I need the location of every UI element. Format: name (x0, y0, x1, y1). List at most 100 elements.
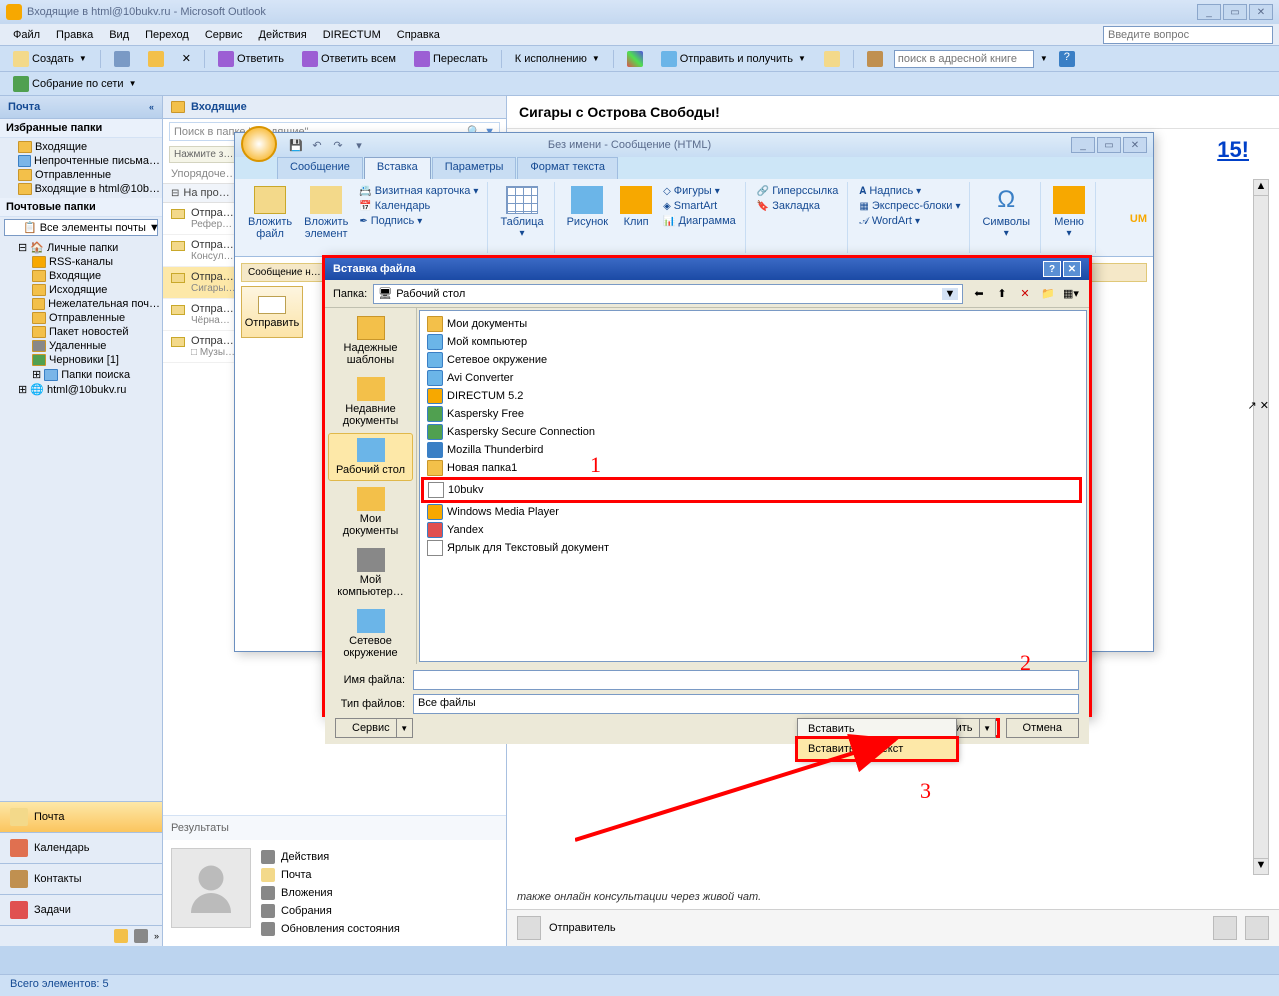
nav-contacts[interactable]: Контакты (0, 863, 162, 894)
file-item[interactable]: Windows Media Player (424, 503, 1082, 521)
back-icon[interactable]: ⬅ (969, 284, 989, 304)
file-list[interactable]: Мои документы Мой компьютер Сетевое окру… (419, 310, 1087, 662)
people-pane-icon[interactable] (1213, 916, 1237, 940)
newfolder-icon[interactable]: 📁 (1038, 284, 1058, 304)
forward-button[interactable]: Переслать (407, 48, 495, 70)
directum-menu[interactable]: Меню ▾ (1049, 184, 1089, 241)
dialog-help[interactable]: ? (1043, 261, 1061, 277)
account-node[interactable]: ⊞ 🌐 html@10bukv.ru (0, 382, 162, 397)
place-network[interactable]: Сетевое окружение (328, 604, 413, 664)
file-item[interactable]: Ярлык для Текстовый документ (424, 539, 1082, 557)
delete-icon[interactable]: ✕ (1015, 284, 1035, 304)
detail-status[interactable]: Обновления состояния (261, 920, 498, 938)
nav-calendar[interactable]: Календарь (0, 832, 162, 863)
maximize-button[interactable]: ▭ (1223, 4, 1247, 20)
dialog-close[interactable]: ✕ (1063, 261, 1081, 277)
addressbook-button[interactable] (860, 48, 890, 70)
online-meeting-button[interactable]: Собрание по сети▼ (6, 73, 143, 95)
nav-mail[interactable]: Почта (0, 801, 162, 832)
symbols-button[interactable]: ΩСимволы ▾ (978, 184, 1034, 241)
service-button[interactable]: Сервис▼ (335, 718, 413, 738)
mailfolders-header[interactable]: Почтовые папки (0, 198, 162, 217)
cancel-button[interactable]: Отмена (1006, 718, 1079, 738)
place-mycomputer[interactable]: Мой компьютер… (328, 543, 413, 603)
tab-options[interactable]: Параметры (432, 157, 517, 179)
smartart-button[interactable]: ◈ SmartArt (660, 199, 739, 213)
qat-more[interactable]: ▾ (350, 136, 368, 154)
categorize-button[interactable] (620, 48, 650, 70)
mail-header[interactable]: Почта« (0, 96, 162, 119)
file-item[interactable]: Mozilla Thunderbird (424, 441, 1082, 459)
drafts[interactable]: Черновики [1] (0, 353, 162, 367)
year-link[interactable]: 15! (1217, 137, 1249, 163)
menu-file[interactable]: Файл (6, 27, 47, 43)
menu-edit[interactable]: Правка (49, 27, 100, 43)
rss[interactable]: RSS-каналы (0, 255, 162, 269)
tab-insert[interactable]: Вставка (364, 157, 431, 179)
minimize-button[interactable]: _ (1197, 4, 1221, 20)
compose-max[interactable]: ▭ (1097, 137, 1121, 153)
attach-file-button[interactable]: Вложить файл (244, 184, 296, 242)
send-button[interactable]: Отправить (241, 286, 303, 338)
file-item[interactable]: Kaspersky Secure Connection (424, 423, 1082, 441)
table-button[interactable]: Таблица ▾ (496, 184, 547, 241)
sent[interactable]: Отправленные (0, 311, 162, 325)
fav-acct-inbox[interactable]: Входящие в html@10b… (0, 182, 162, 196)
nav-shortcuts[interactable]: » (0, 925, 162, 946)
inbox[interactable]: Входящие (0, 269, 162, 283)
folder-combo[interactable]: 🖥 Рабочий стол▼ (373, 284, 963, 304)
scrollbar[interactable]: ▲ ▼ (1253, 179, 1269, 875)
tab-format[interactable]: Формат текста (517, 157, 618, 179)
chart-button[interactable]: 📊 Диаграмма (660, 214, 739, 228)
detail-meetings[interactable]: Собрания (261, 902, 498, 920)
close-button[interactable]: ✕ (1249, 4, 1273, 20)
personal-folders[interactable]: ⊟ 🏠 Личные папки (0, 240, 162, 255)
office-button[interactable] (241, 126, 277, 162)
tab-message[interactable]: Сообщение (277, 157, 363, 179)
move-button[interactable] (141, 48, 171, 70)
hyperlink-button[interactable]: 🔗 Гиперссылка (754, 184, 842, 198)
compose-min[interactable]: _ (1071, 137, 1095, 153)
menu-go[interactable]: Переход (138, 27, 196, 43)
detail-mail[interactable]: Почта (261, 866, 498, 884)
file-item-selected[interactable]: 10bukv (421, 477, 1082, 503)
filetype-combo[interactable]: Все файлы (413, 694, 1079, 714)
place-desktop[interactable]: Рабочий стол (328, 433, 413, 481)
views-icon[interactable]: ▦▾ (1061, 284, 1081, 304)
file-item[interactable]: Kaspersky Free (424, 405, 1082, 423)
place-templates[interactable]: Надежные шаблоны (328, 311, 413, 371)
quickparts-button[interactable]: ▦ Экспресс-блоки ▾ (856, 199, 963, 213)
menu-help[interactable]: Справка (390, 27, 447, 43)
signature-button[interactable]: ✒ Подпись ▾ (356, 214, 481, 228)
filename-input[interactable] (413, 670, 1079, 690)
menu-tools[interactable]: Сервис (198, 27, 250, 43)
bizcard-button[interactable]: 📇 Визитная карточка ▾ (356, 184, 481, 198)
sendrecv-button[interactable]: Отправить и получить▼ (654, 48, 813, 70)
file-item[interactable]: Мой компьютер (424, 333, 1082, 351)
up-icon[interactable]: ⬆ (992, 284, 1012, 304)
detail-actions[interactable]: Действия (261, 848, 498, 866)
reply-button[interactable]: Ответить (211, 48, 291, 70)
compose-close[interactable]: ✕ (1123, 137, 1147, 153)
favorites-header[interactable]: Избранные папки (0, 119, 162, 138)
nav-tasks[interactable]: Задачи (0, 894, 162, 925)
all-mail-items[interactable]: 📋 Все элементы почты ▼ (4, 219, 158, 236)
question-box[interactable] (1103, 26, 1273, 44)
file-item[interactable]: Мои документы (424, 315, 1082, 333)
delete-button[interactable]: ✕ (175, 49, 198, 68)
file-item[interactable]: Yandex (424, 521, 1082, 539)
junk[interactable]: Нежелательная поч… (0, 297, 162, 311)
detail-attach[interactable]: Вложения (261, 884, 498, 902)
file-item[interactable]: Новая папка1 (424, 459, 1082, 477)
qat-redo[interactable]: ↷ (329, 136, 347, 154)
followup-button[interactable]: К исполнению▼ (508, 50, 607, 68)
place-recent[interactable]: Недавние документы (328, 372, 413, 432)
file-item[interactable]: Сетевое окружение (424, 351, 1082, 369)
deleted[interactable]: Удаленные (0, 339, 162, 353)
shapes-button[interactable]: ◇ Фигуры ▾ (660, 184, 739, 198)
reply-all-button[interactable]: Ответить всем (295, 48, 403, 70)
file-item[interactable]: Avi Converter (424, 369, 1082, 387)
attach-item-button[interactable]: Вложить элемент (300, 184, 352, 242)
rules-button[interactable] (817, 48, 847, 70)
new-button[interactable]: Создать▼ (6, 48, 94, 70)
